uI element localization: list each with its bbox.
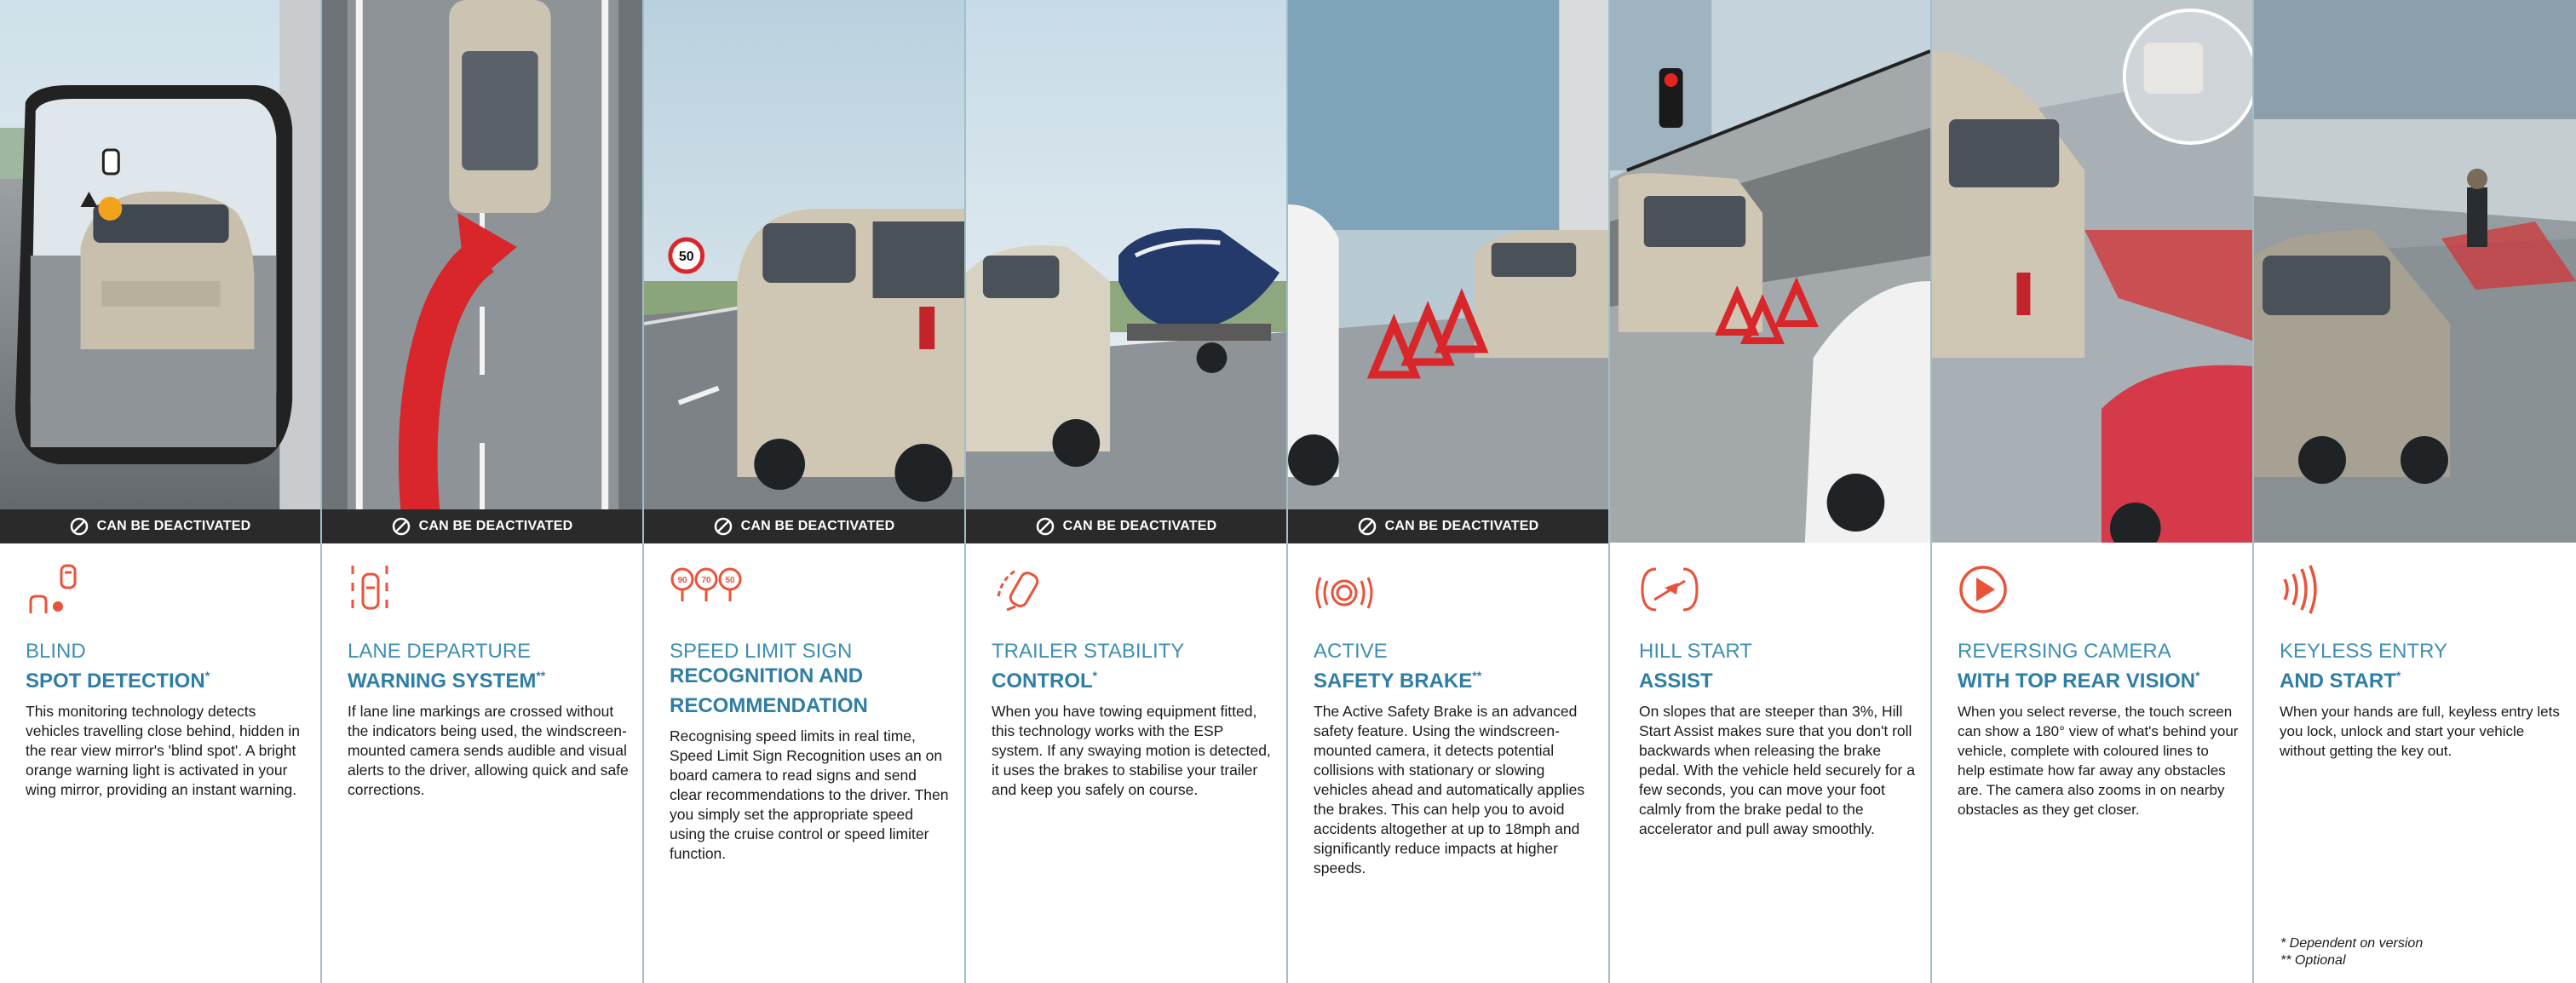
feature-strip: CAN BE DEACTIVATED BLIND SPOT DETECTION*… [0, 0, 2576, 983]
blind-spot-icon [29, 564, 77, 613]
feature-panel-speed-limit: 50 CAN BE DEACTIVATED 90 70 50 SPEED LIM… [644, 0, 966, 983]
feature-title: LANE DEPARTURE WARNING SYSTEM** [348, 640, 546, 693]
feature-description: Recognising speed limits in real time, S… [670, 727, 949, 862]
feature-title: HILL START ASSIST [1639, 640, 1752, 693]
svg-text:50: 50 [725, 576, 735, 585]
feature-description: When your hands are full, keyless entry … [2280, 704, 2560, 759]
deactivate-banner: CAN BE DEACTIVATED [0, 509, 320, 543]
svg-text:90: 90 [677, 576, 687, 585]
no-sign-icon [392, 517, 410, 536]
feature-title: KEYLESS ENTRY AND START* [2280, 640, 2447, 693]
feature-panel-hill-start: HILL START ASSIST On slopes that are ste… [1610, 0, 1932, 983]
footnote-dependent: * Dependent on version [2280, 936, 2424, 951]
feature-panel-reversing-camera: REVERSING CAMERA WITH TOP REAR VISION* W… [1932, 0, 2254, 983]
speed-limit-icon: 90 70 50 [670, 567, 742, 601]
feature-panel-keyless-entry: KEYLESS ENTRY AND START* When your hands… [2254, 0, 2576, 983]
deactivate-label: CAN BE DEACTIVATED [1384, 519, 1539, 533]
no-sign-icon [1358, 517, 1376, 536]
active-brake-photo [1288, 0, 1608, 543]
feature-description: On slopes that are steeper than 3%, Hill… [1639, 703, 1915, 837]
footnotes: * Dependent on version ** Optional [2280, 935, 2423, 969]
feature-title: TRAILER STABILITY CONTROL* [992, 640, 1185, 693]
feature-title: BLIND SPOT DETECTION* [26, 640, 210, 693]
feature-panel-trailer-stability: CAN BE DEACTIVATED TRAILER STABILITY CON… [966, 0, 1288, 983]
lane-departure-icon [351, 566, 388, 610]
speed-limit-photo: 50 [644, 0, 964, 543]
hill-start-icon [1641, 567, 1699, 612]
deactivate-banner: CAN BE DEACTIVATED [1288, 509, 1608, 543]
feature-description: The Active Safety Brake is an advanced s… [1314, 703, 1585, 877]
lane-departure-photo [322, 0, 642, 543]
reversing-camera-photo [1932, 0, 2252, 543]
active-brake-icon [1315, 577, 1373, 609]
no-sign-icon [714, 517, 732, 536]
feature-description: This monitoring technology detects vehic… [26, 703, 301, 798]
feature-title: SPEED LIMIT SIGN RECOGNITION AND RECOMME… [670, 640, 868, 717]
deactivate-banner: CAN BE DEACTIVATED [644, 509, 964, 543]
road-sign-value: 50 [679, 250, 694, 264]
footnote-optional: ** Optional [2280, 953, 2346, 968]
keyless-entry-icon [2283, 565, 2317, 614]
feature-title: REVERSING CAMERA WITH TOP REAR VISION* [1958, 640, 2200, 693]
feature-panel-lane-departure: CAN BE DEACTIVATED LANE DEPARTURE WARNIN… [322, 0, 644, 983]
feature-panel-blind-spot: CAN BE DEACTIVATED BLIND SPOT DETECTION*… [0, 0, 322, 983]
feature-title: ACTIVE SAFETY BRAKE** [1314, 640, 1482, 693]
feature-description: When you have towing equipment fitted, t… [992, 703, 1271, 798]
deactivate-label: CAN BE DEACTIVATED [1062, 519, 1217, 533]
feature-description: When you select reverse, the touch scree… [1958, 704, 2239, 818]
blind-spot-photo [0, 0, 320, 543]
no-sign-icon [1036, 517, 1054, 536]
deactivate-label: CAN BE DEACTIVATED [96, 519, 251, 533]
feature-panel-active-safety-brake: CAN BE DEACTIVATED ACTIVE SAFETY BRAKE**… [1288, 0, 1610, 983]
deactivate-label: CAN BE DEACTIVATED [418, 519, 573, 533]
trailer-stability-icon [997, 569, 1039, 612]
hill-start-photo [1610, 0, 1930, 543]
deactivate-banner: CAN BE DEACTIVATED [966, 509, 1286, 543]
deactivate-banner: CAN BE DEACTIVATED [322, 509, 642, 543]
reversing-camera-icon [1959, 566, 2007, 613]
deactivate-label: CAN BE DEACTIVATED [740, 519, 895, 533]
trailer-stability-photo [966, 0, 1286, 543]
keyless-entry-photo [2254, 0, 2576, 543]
no-sign-icon [70, 517, 88, 536]
feature-description: If lane line markings are crossed withou… [348, 703, 629, 798]
svg-text:70: 70 [701, 576, 711, 585]
